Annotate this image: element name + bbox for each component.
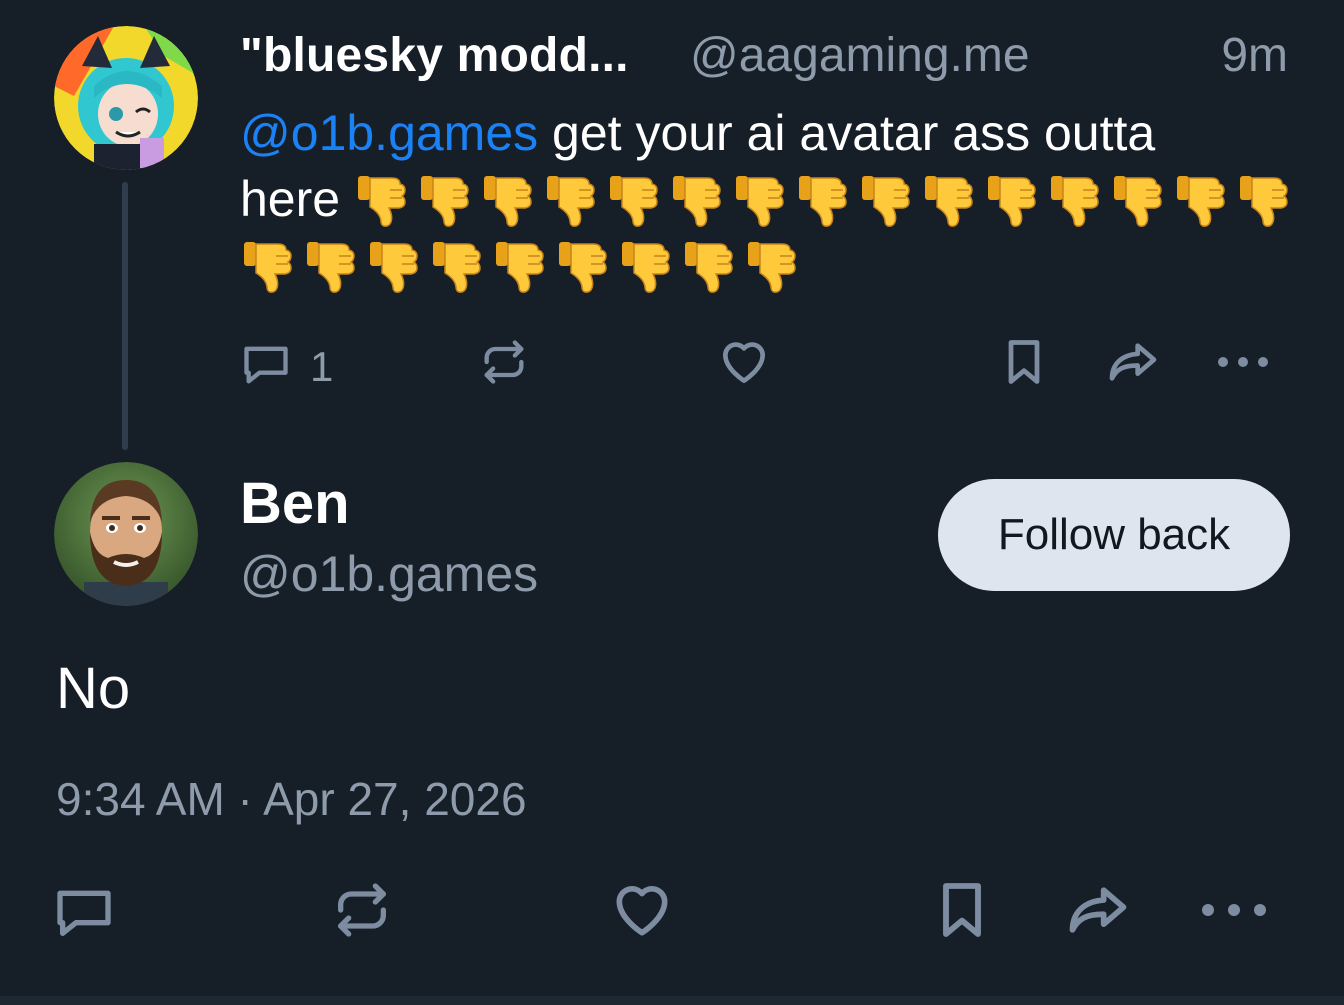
thumbs-down-emoji [681, 232, 735, 298]
reply-post-body: No [56, 656, 131, 721]
repost-button-main[interactable] [330, 878, 394, 947]
share-icon [1062, 876, 1134, 949]
post-body: @o1b.games get your ai avatar ass outta … [240, 100, 1300, 298]
like-button-main[interactable] [608, 876, 676, 949]
thumbs-down-emoji [795, 166, 849, 232]
bookmark-button[interactable] [998, 336, 1050, 393]
thumbs-down-emoji [1236, 166, 1290, 232]
thumbs-down-emoji [543, 166, 597, 232]
thumbs-down-emoji [354, 166, 408, 232]
reply-icon [52, 880, 116, 949]
post-text-line1: get your ai avatar ass outta [538, 105, 1156, 161]
reply-icon [240, 338, 292, 395]
author-handle[interactable]: @aagaming.me [690, 28, 1030, 83]
thumbs-down-emoji [417, 166, 471, 232]
bottom-divider [0, 996, 1344, 1005]
thumbs-down-emoji [555, 232, 609, 298]
thumbs-down-emoji [1047, 166, 1101, 232]
post-text-line2: here [240, 171, 341, 227]
bookmark-icon [930, 878, 994, 947]
thread-connector-line [122, 182, 128, 450]
thumbs-down-emoji [921, 166, 975, 232]
repost-icon [478, 336, 530, 393]
emoji-sequence [240, 171, 1299, 293]
reply-author-handle[interactable]: @o1b.games [240, 545, 538, 603]
thumbs-down-emoji [618, 232, 672, 298]
follow-back-button[interactable]: Follow back [938, 479, 1290, 591]
share-button[interactable] [1104, 334, 1162, 395]
repost-icon [330, 878, 394, 947]
share-icon [1104, 334, 1162, 395]
more-options-button[interactable] [1216, 336, 1270, 393]
avatar-aagaming[interactable] [54, 26, 198, 170]
thumbs-down-emoji [858, 166, 912, 232]
thumbs-down-emoji [492, 232, 546, 298]
reply-button-main[interactable] [52, 880, 116, 949]
thumbs-down-emoji [1110, 166, 1164, 232]
thumbs-down-emoji [1173, 166, 1227, 232]
mention-link[interactable]: @o1b.games [240, 105, 538, 161]
reply-button[interactable]: 1 [240, 338, 333, 395]
thumbs-down-emoji [366, 232, 420, 298]
post-time-ago[interactable]: 9m [1221, 28, 1288, 83]
bookmark-icon [998, 336, 1050, 393]
thumbs-down-emoji [669, 166, 723, 232]
reply-author-display-name[interactable]: Ben [240, 470, 350, 537]
heart-icon [716, 334, 772, 395]
more-options-button-main[interactable] [1200, 884, 1268, 941]
repost-button[interactable] [478, 336, 530, 393]
thumbs-down-emoji [480, 166, 534, 232]
reply-count: 1 [310, 342, 334, 390]
thumbs-down-emoji [984, 166, 1038, 232]
thumbs-down-emoji [606, 166, 660, 232]
bookmark-button-main[interactable] [930, 878, 994, 947]
thumbs-down-emoji [303, 232, 357, 298]
thumbs-down-emoji [744, 232, 798, 298]
thumbs-down-emoji [429, 232, 483, 298]
thumbs-down-emoji [732, 166, 786, 232]
author-display-name[interactable]: "bluesky modd... [240, 28, 629, 83]
heart-icon [608, 876, 676, 949]
share-button-main[interactable] [1062, 876, 1134, 949]
reply-post-timestamp: 9:34 AM · Apr 27, 2026 [56, 773, 527, 825]
thumbs-down-emoji [240, 232, 294, 298]
more-icon [1200, 884, 1268, 941]
like-button[interactable] [716, 334, 772, 395]
more-icon [1216, 336, 1270, 393]
avatar-ben[interactable] [54, 462, 198, 606]
